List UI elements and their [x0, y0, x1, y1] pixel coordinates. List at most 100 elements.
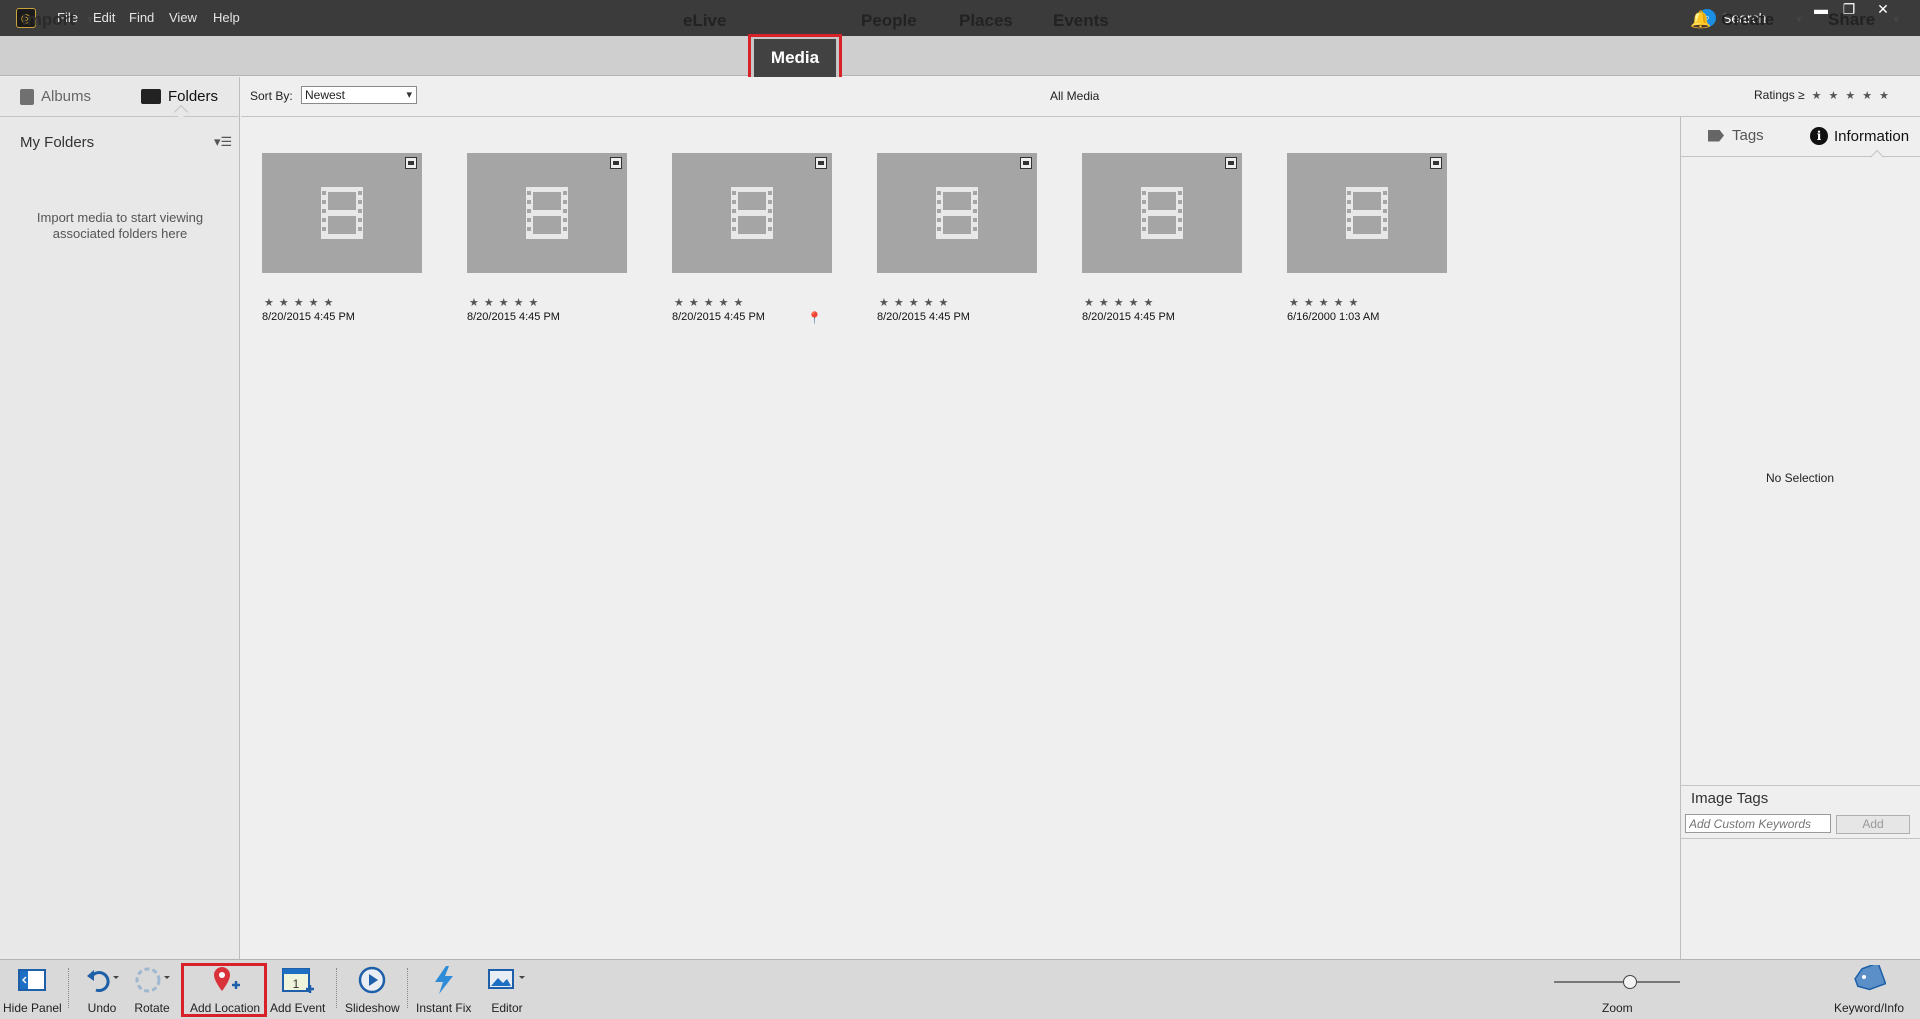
slideshow-label: Slideshow — [345, 1001, 400, 1015]
tab-tags[interactable]: Tags — [1708, 127, 1764, 144]
add-location-button[interactable]: Add Location — [190, 964, 260, 1015]
item-rating[interactable]: ★★★★★ — [1082, 296, 1242, 309]
video-thumbnail[interactable] — [877, 153, 1037, 273]
zoom-slider-track[interactable] — [1554, 981, 1680, 983]
rating-star-icon[interactable]: ★ — [1812, 89, 1822, 102]
editor-button[interactable]: Editor — [487, 964, 527, 1015]
sort-by-label: Sort By: — [250, 89, 293, 103]
tab-media[interactable]: Media — [754, 39, 836, 77]
media-item[interactable]: ★★★★★ 8/20/2015 4:45 PM — [262, 153, 422, 323]
add-location-label: Add Location — [190, 1001, 261, 1015]
video-badge-icon — [1430, 157, 1442, 169]
instant-fix-button[interactable]: Instant Fix — [416, 964, 471, 1015]
toolbar-divider — [407, 968, 408, 1008]
item-rating[interactable]: ★★★★★ — [672, 296, 832, 309]
tab-information[interactable]: i Information — [1810, 127, 1909, 145]
chevron-down-icon: ▼ — [1891, 15, 1902, 26]
chevron-down-icon: ▼ — [1794, 14, 1804, 26]
video-thumbnail[interactable] — [672, 153, 832, 273]
item-date: 8/20/2015 4:45 PM — [467, 311, 560, 323]
media-item[interactable]: ★★★★★ 8/20/2015 4:45 PM — [877, 153, 1037, 323]
albums-label: Albums — [41, 88, 92, 105]
add-event-icon: 1 — [281, 964, 315, 996]
item-date: 8/20/2015 4:45 PM — [672, 311, 765, 323]
film-icon — [526, 187, 568, 239]
slideshow-button[interactable]: Slideshow — [345, 964, 400, 1015]
rotate-label: Rotate — [134, 1001, 170, 1015]
empty-folders-message: Import media to start viewing associated… — [36, 210, 204, 241]
tab-events[interactable]: Events — [1053, 11, 1109, 31]
zoom-slider-handle[interactable] — [1622, 975, 1637, 989]
undo-label: Undo — [87, 1001, 117, 1015]
video-badge-icon — [1225, 157, 1237, 169]
item-rating[interactable]: ★★★★★ — [877, 296, 1037, 309]
film-icon — [1346, 187, 1388, 239]
menu-help[interactable]: Help — [213, 10, 240, 25]
folder-icon — [141, 89, 161, 104]
rating-star-icon[interactable]: ★ — [1879, 89, 1889, 102]
ratings-filter[interactable]: Ratings ≥ ★ ★ ★ ★ ★ — [1754, 88, 1889, 102]
tab-folders[interactable]: Folders — [141, 88, 218, 105]
share-button[interactable]: Share ▼ — [1828, 10, 1901, 30]
share-label: Share — [1828, 10, 1876, 29]
video-badge-icon — [405, 157, 417, 169]
folders-label: Folders — [168, 88, 219, 105]
custom-keyword-input[interactable] — [1685, 814, 1831, 833]
info-icon: i — [1810, 127, 1828, 145]
item-date: 6/16/2000 1:03 AM — [1287, 311, 1380, 323]
video-thumbnail[interactable] — [262, 153, 422, 273]
video-badge-icon — [815, 157, 827, 169]
play-icon — [357, 964, 387, 996]
film-icon — [936, 187, 978, 239]
import-label: Import — [22, 10, 75, 29]
tab-people[interactable]: People — [861, 11, 917, 31]
media-item[interactable]: ★★★★★ 6/16/2000 1:03 AM — [1287, 153, 1447, 323]
import-button[interactable]: Import ▼ — [22, 10, 95, 30]
location-pin-icon[interactable]: 📍 — [807, 311, 822, 325]
hide-panel-label: Hide Panel — [3, 1001, 62, 1015]
item-date: 8/20/2015 4:45 PM — [1082, 311, 1175, 323]
bell-icon: 🔔 — [1690, 10, 1712, 29]
add-keyword-button[interactable]: Add — [1836, 815, 1910, 834]
create-button[interactable]: 🔔 Create ▼ — [1690, 10, 1804, 30]
sort-by-select[interactable]: Newest — [301, 86, 417, 104]
film-icon — [731, 187, 773, 239]
menu-view[interactable]: View — [169, 10, 197, 25]
rotate-button[interactable]: Rotate — [132, 964, 172, 1015]
album-icon — [20, 88, 34, 105]
add-event-label: Add Event — [270, 1001, 326, 1015]
video-thumbnail[interactable] — [467, 153, 627, 273]
my-folders-heading: My Folders — [20, 134, 95, 151]
media-item[interactable]: ★★★★★ 8/20/2015 4:45 PM 📍 — [672, 153, 832, 325]
rating-star-icon[interactable]: ★ — [1862, 89, 1872, 102]
tab-albums[interactable]: Albums — [20, 88, 91, 105]
image-tags-heading: Image Tags — [1691, 790, 1769, 807]
undo-button[interactable]: Undo — [84, 964, 120, 1015]
rotate-icon — [132, 964, 172, 996]
menu-find[interactable]: Find — [129, 10, 154, 25]
tab-elive[interactable]: eLive — [683, 11, 726, 31]
editor-label: Editor — [491, 1001, 523, 1015]
add-event-button[interactable]: 1 Add Event — [270, 964, 325, 1015]
editor-icon — [487, 964, 527, 996]
item-rating[interactable]: ★★★★★ — [262, 296, 422, 309]
item-rating[interactable]: ★★★★★ — [1287, 296, 1447, 309]
menu-edit[interactable]: Edit — [93, 10, 115, 25]
rating-star-icon[interactable]: ★ — [1828, 89, 1838, 102]
svg-text:1: 1 — [292, 977, 299, 991]
view-title: All Media — [1050, 89, 1100, 103]
video-thumbnail[interactable] — [1082, 153, 1242, 273]
hide-panel-button[interactable]: Hide Panel — [3, 964, 62, 1015]
video-thumbnail[interactable] — [1287, 153, 1447, 273]
item-rating[interactable]: ★★★★★ — [467, 296, 627, 309]
media-item[interactable]: ★★★★★ 8/20/2015 4:45 PM — [467, 153, 627, 323]
film-icon — [321, 187, 363, 239]
film-icon — [1141, 187, 1183, 239]
keyword-info-label: Keyword/Info — [1834, 1001, 1905, 1015]
list-options-icon[interactable]: ▾☰ — [214, 134, 232, 150]
keyword-info-button[interactable]: Keyword/Info — [1834, 964, 1904, 1015]
tab-places[interactable]: Places — [959, 11, 1013, 31]
tag-icon — [1708, 129, 1724, 142]
media-item[interactable]: ★★★★★ 8/20/2015 4:45 PM — [1082, 153, 1242, 323]
rating-star-icon[interactable]: ★ — [1845, 89, 1855, 102]
